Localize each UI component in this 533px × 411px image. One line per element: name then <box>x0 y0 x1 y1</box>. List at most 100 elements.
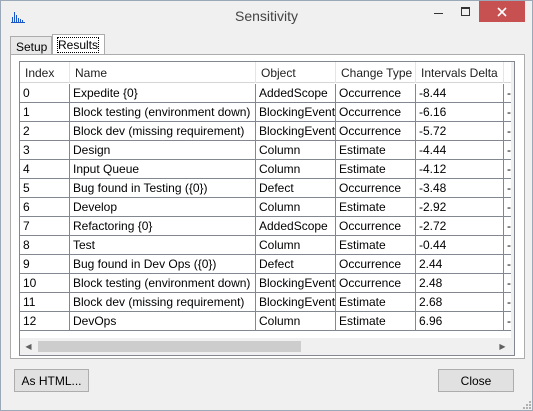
results-panel: Index Name Object Change Type Intervals … <box>10 54 525 359</box>
close-window-button[interactable] <box>479 1 525 22</box>
maximize-button[interactable] <box>452 1 479 22</box>
horizontal-scroll-thumb[interactable] <box>38 341 301 352</box>
scroll-down-icon[interactable]: ▼ <box>511 321 514 338</box>
table-cell: Column <box>256 198 336 216</box>
table-row[interactable]: 11 Block dev (missing requirement) Blockin… <box>20 293 512 312</box>
table-row[interactable]: 3 Design Column Estimate -4.44- <box>20 141 512 160</box>
table-cell: 0 <box>20 84 70 102</box>
tab-results-label: Results <box>56 37 100 53</box>
table-cell: 2.44 <box>416 255 504 273</box>
tab-setup[interactable]: Setup <box>10 36 52 55</box>
table-cell: Occurrence <box>336 103 416 121</box>
table-cell: -6.16 <box>416 103 504 121</box>
table-cell: -3.48 <box>416 179 504 197</box>
table-row[interactable]: 10 Block testing (environment down) Blocki… <box>20 274 512 293</box>
table-row[interactable]: 8 Test Column Estimate -0.44- <box>20 236 512 255</box>
table-cell: Block dev (missing requirement) <box>70 293 256 311</box>
table-cell: Input Queue <box>70 160 256 178</box>
table-cell: Design <box>70 141 256 159</box>
table-cell: -4.44 <box>416 141 504 159</box>
results-table: Index Name Object Change Type Intervals … <box>19 61 515 356</box>
table-cell: 4 <box>20 160 70 178</box>
table-cell: -4.12 <box>416 160 504 178</box>
table-cell: 10 <box>20 274 70 292</box>
table-cell: AddedScope <box>256 217 336 235</box>
horizontal-scrollbar[interactable]: ◀ ▶ <box>20 338 511 355</box>
minimize-icon <box>433 12 443 14</box>
table-cell: Develop <box>70 198 256 216</box>
table-cell: Bug found in Testing ({0}) <box>70 179 256 197</box>
table-cell: Column <box>256 141 336 159</box>
table-row[interactable]: 1 Block testing (environment down) Blockin… <box>20 103 512 122</box>
table-cell: Occurrence <box>336 179 416 197</box>
column-header-intervals-delta[interactable]: Intervals Delta <box>416 62 504 83</box>
maximize-icon <box>460 6 470 16</box>
table-cell: -2.72 <box>416 217 504 235</box>
table-cell: BlockingEvent <box>256 274 336 292</box>
table-cell: 2 <box>20 122 70 140</box>
table-cell: Estimate <box>336 141 416 159</box>
column-header-change-type[interactable]: Change Type <box>336 62 416 83</box>
column-header-object[interactable]: Object <box>256 62 336 83</box>
table-cell: 2.68 <box>416 293 504 311</box>
column-header-index[interactable]: Index <box>20 62 70 83</box>
resize-grip-icon[interactable] <box>520 398 532 410</box>
close-button[interactable]: Close <box>438 369 514 392</box>
table-cell: -5.72 <box>416 122 504 140</box>
table-cell: Column <box>256 312 336 330</box>
table-cell: Estimate <box>336 312 416 330</box>
table-cell: Column <box>256 236 336 254</box>
scroll-right-icon[interactable]: ▶ <box>494 338 511 355</box>
table-cell: Defect <box>256 179 336 197</box>
table-row[interactable]: 9 Bug found in Dev Ops ({0}) Defect Occurre… <box>20 255 512 274</box>
table-row[interactable]: 5 Bug found in Testing ({0}) Defect Occurre… <box>20 179 512 198</box>
table-cell: 12 <box>20 312 70 330</box>
table-cell: Estimate <box>336 293 416 311</box>
table-cell: DevOps <box>70 312 256 330</box>
table-row[interactable]: 7 Refactoring {0} AddedScope Occurrence -2.7… <box>20 217 512 236</box>
table-cell: Test <box>70 236 256 254</box>
table-cell: 7 <box>20 217 70 235</box>
table-cell: BlockingEvent <box>256 293 336 311</box>
table-cell: -0.44 <box>416 236 504 254</box>
table-cell: Occurrence <box>336 122 416 140</box>
table-row[interactable]: 0 Expedite {0} AddedScope Occurrence -8.44- <box>20 84 512 103</box>
column-header-name[interactable]: Name <box>70 62 256 83</box>
table-cell: 11 <box>20 293 70 311</box>
scroll-up-icon[interactable]: ▲ <box>511 62 514 79</box>
vertical-scrollbar[interactable]: ▲ ▼ <box>511 62 514 338</box>
table-cell: 5 <box>20 179 70 197</box>
table-cell: Occurrence <box>336 255 416 273</box>
minimize-button[interactable] <box>425 1 452 22</box>
table-cell: AddedScope <box>256 84 336 102</box>
table-row[interactable]: 6 Develop Column Estimate -2.92- <box>20 198 512 217</box>
as-html-button[interactable]: As HTML... <box>14 369 89 392</box>
table-cell: Occurrence <box>336 84 416 102</box>
table-cell: Expedite {0} <box>70 84 256 102</box>
scroll-left-icon[interactable]: ◀ <box>20 338 37 355</box>
table-cell: Refactoring {0} <box>70 217 256 235</box>
table-cell: Estimate <box>336 160 416 178</box>
table-cell: -8.44 <box>416 84 504 102</box>
title-bar[interactable]: Sensitivity <box>1 1 532 32</box>
table-cell: BlockingEvent <box>256 103 336 121</box>
table-row[interactable]: 4 Input Queue Column Estimate -4.12- <box>20 160 512 179</box>
table-cell: Bug found in Dev Ops ({0}) <box>70 255 256 273</box>
table-cell: Defect <box>256 255 336 273</box>
table-cell: Block testing (environment down) <box>70 274 256 292</box>
table-cell: 6 <box>20 198 70 216</box>
table-cell: Estimate <box>336 236 416 254</box>
scrollbar-corner <box>511 338 514 355</box>
table-row[interactable]: 12 DevOps Column Estimate 6.96- <box>20 312 512 331</box>
table-cell: 9 <box>20 255 70 273</box>
table-cell: Block testing (environment down) <box>70 103 256 121</box>
table-cell: 3 <box>20 141 70 159</box>
close-icon <box>497 6 507 17</box>
table-cell: 6.96 <box>416 312 504 330</box>
tab-results[interactable]: Results <box>52 34 105 55</box>
table-cell: BlockingEvent <box>256 122 336 140</box>
sensitivity-window: Sensitivity Setup Results Index Name Obj… <box>0 0 533 411</box>
table-cell: Estimate <box>336 198 416 216</box>
table-cell: Block dev (missing requirement) <box>70 122 256 140</box>
table-row[interactable]: 2 Block dev (missing requirement) Blocking… <box>20 122 512 141</box>
